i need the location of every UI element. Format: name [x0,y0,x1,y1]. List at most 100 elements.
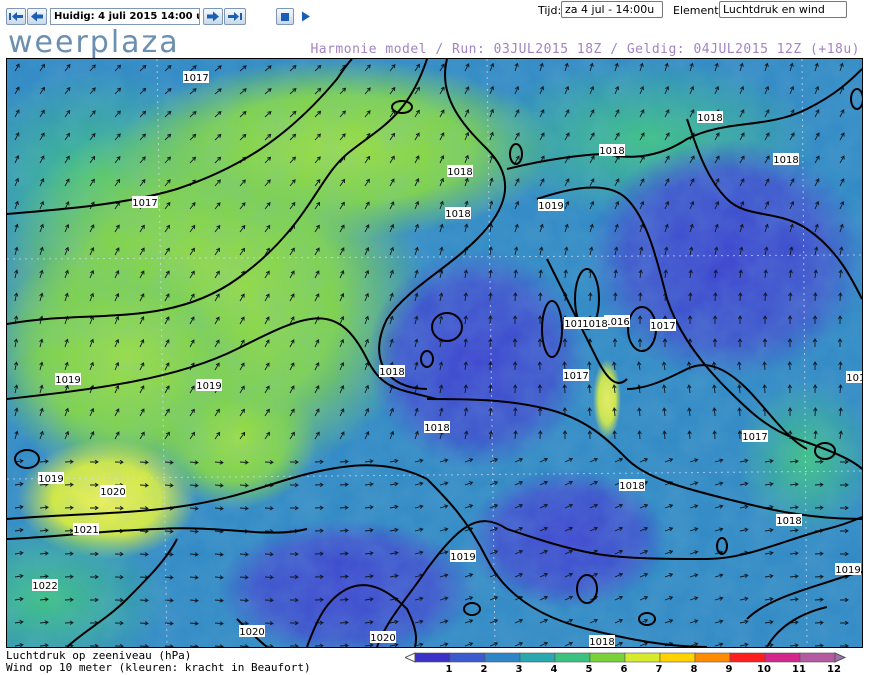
previous-frame-button[interactable] [27,8,47,25]
scale-label: 7 [656,664,663,674]
svg-text:1019: 1019 [196,381,221,392]
svg-text:1020: 1020 [239,627,264,638]
svg-text:1019: 1019 [38,474,63,485]
svg-text:1016: 1016 [604,317,629,328]
time-select[interactable]: za 4 jul - 14:00u [561,1,663,18]
scale-cell [554,652,591,663]
fast-forward-icon [228,12,242,21]
scale-cell [624,652,661,663]
time-label: Tijd: [538,4,562,17]
last-frame-button[interactable] [224,8,246,25]
svg-text:1018: 1018 [697,113,722,124]
element-label: Element: [673,4,723,17]
svg-text:1018: 1018 [379,367,404,378]
isobar-label: 1017 [563,369,589,382]
stop-icon [281,12,289,21]
isobar-label: 1021 [73,523,99,536]
isobar-label: 1018 [599,144,625,157]
scale-cell [764,652,801,663]
element-select-value: Luchtdruk en wind [723,3,825,16]
isobar-label: 1017 [183,71,209,84]
scale-left-cap [405,652,416,663]
svg-text:1018: 1018 [445,209,470,220]
isobar-label: 1019 [450,550,476,563]
pressure-wind-map: 1017 1017 1018 1018 1018 1018 1019 1018 1019 1018… [7,59,862,647]
scale-cell [659,652,696,663]
svg-text:1018: 1018 [619,481,644,492]
current-time-label: Huidig: 4 juli 2015 14:00 uur [50,8,200,25]
isobar-label: 1017 [132,196,158,209]
isobar-label: 1019 [38,472,64,485]
isobar-label: 1018 [379,365,405,378]
svg-text:1017: 1017 [742,432,767,443]
svg-text:1020: 1020 [100,487,125,498]
scale-cell [519,652,556,663]
stop-button[interactable] [276,8,294,25]
beaufort-color-scale: 1 2 3 4 5 6 7 8 9 10 11 12 [405,652,847,674]
svg-text:1018: 1018 [599,146,624,157]
isobar-label: 1018 [447,165,473,178]
svg-text:1017: 1017 [563,371,588,382]
isobar-label: 1019 [196,379,222,392]
scale-cell [589,652,626,663]
isobar-label: 1018 [697,111,723,124]
scale-cell [799,652,836,663]
scale-right-cap [834,652,847,663]
next-frame-button[interactable] [203,8,223,25]
isobar-label: 1018 [619,479,645,492]
isobar-label: 1018 [445,207,471,220]
isobar-label: 1019 [538,199,564,212]
svg-text:1022: 1022 [32,581,57,592]
svg-text:1018: 1018 [424,423,449,434]
svg-text:1018: 1018 [589,637,614,647]
scale-cell [449,652,486,663]
isobar-label: 1022 [32,579,58,592]
arrow-right-icon [207,11,219,22]
isobar-label: 1020 [239,625,265,638]
svg-text:1019: 1019 [450,552,475,563]
isobar-label: 1018 [776,514,802,527]
svg-text:1017: 1017 [132,198,157,209]
isobar-label: 1020 [100,485,126,498]
scale-cell [694,652,731,663]
play-button[interactable] [297,8,315,25]
isobar-label: 1018 [582,317,608,330]
isobar-label: 1019 [835,563,861,576]
svg-text:1018: 1018 [773,155,798,166]
scale-label: 4 [551,664,558,674]
svg-text:1017: 1017 [183,73,208,84]
svg-text:1018: 1018 [447,167,472,178]
isobar-label: 1018 [589,635,615,647]
scale-label: 11 [792,664,806,674]
scale-label: 6 [621,664,628,674]
isobar-label: 1019 [55,373,81,386]
scale-label: 1 [446,664,453,674]
wind-legend-text: Wind op 10 meter (kleuren: kracht in Bea… [6,661,311,674]
scale-label: 10 [757,664,771,674]
scale-label: 12 [827,664,841,674]
svg-text:1018: 1018 [846,373,862,384]
isobar-label: 1018 [773,153,799,166]
arrow-left-icon [31,11,43,22]
weerplaza-logo[interactable]: weerplaza [8,28,180,58]
scale-cell [414,652,451,663]
play-icon [302,11,310,22]
element-select[interactable]: Luchtdruk en wind [719,1,847,18]
scale-label: 2 [481,664,488,674]
isobar-label: 1017 [650,319,676,332]
rewind-icon [9,12,23,21]
scale-cell [484,652,521,663]
svg-text:1018: 1018 [582,319,607,330]
svg-text:1020: 1020 [370,633,395,644]
isobar-label: 1020 [370,631,396,644]
scale-label: 9 [726,664,733,674]
first-frame-button[interactable] [6,8,26,25]
scale-label: 5 [586,664,593,674]
time-select-value: za 4 jul - 14:00u [565,3,655,16]
weather-map[interactable]: 1017 1017 1018 1018 1018 1018 1019 1018 1019 1018… [6,58,863,648]
scale-cell [729,652,766,663]
isobar-label: 1017 [742,430,768,443]
svg-text:1021: 1021 [73,525,98,536]
isobar-label: 1018 [424,421,450,434]
svg-text:1019: 1019 [55,375,80,386]
